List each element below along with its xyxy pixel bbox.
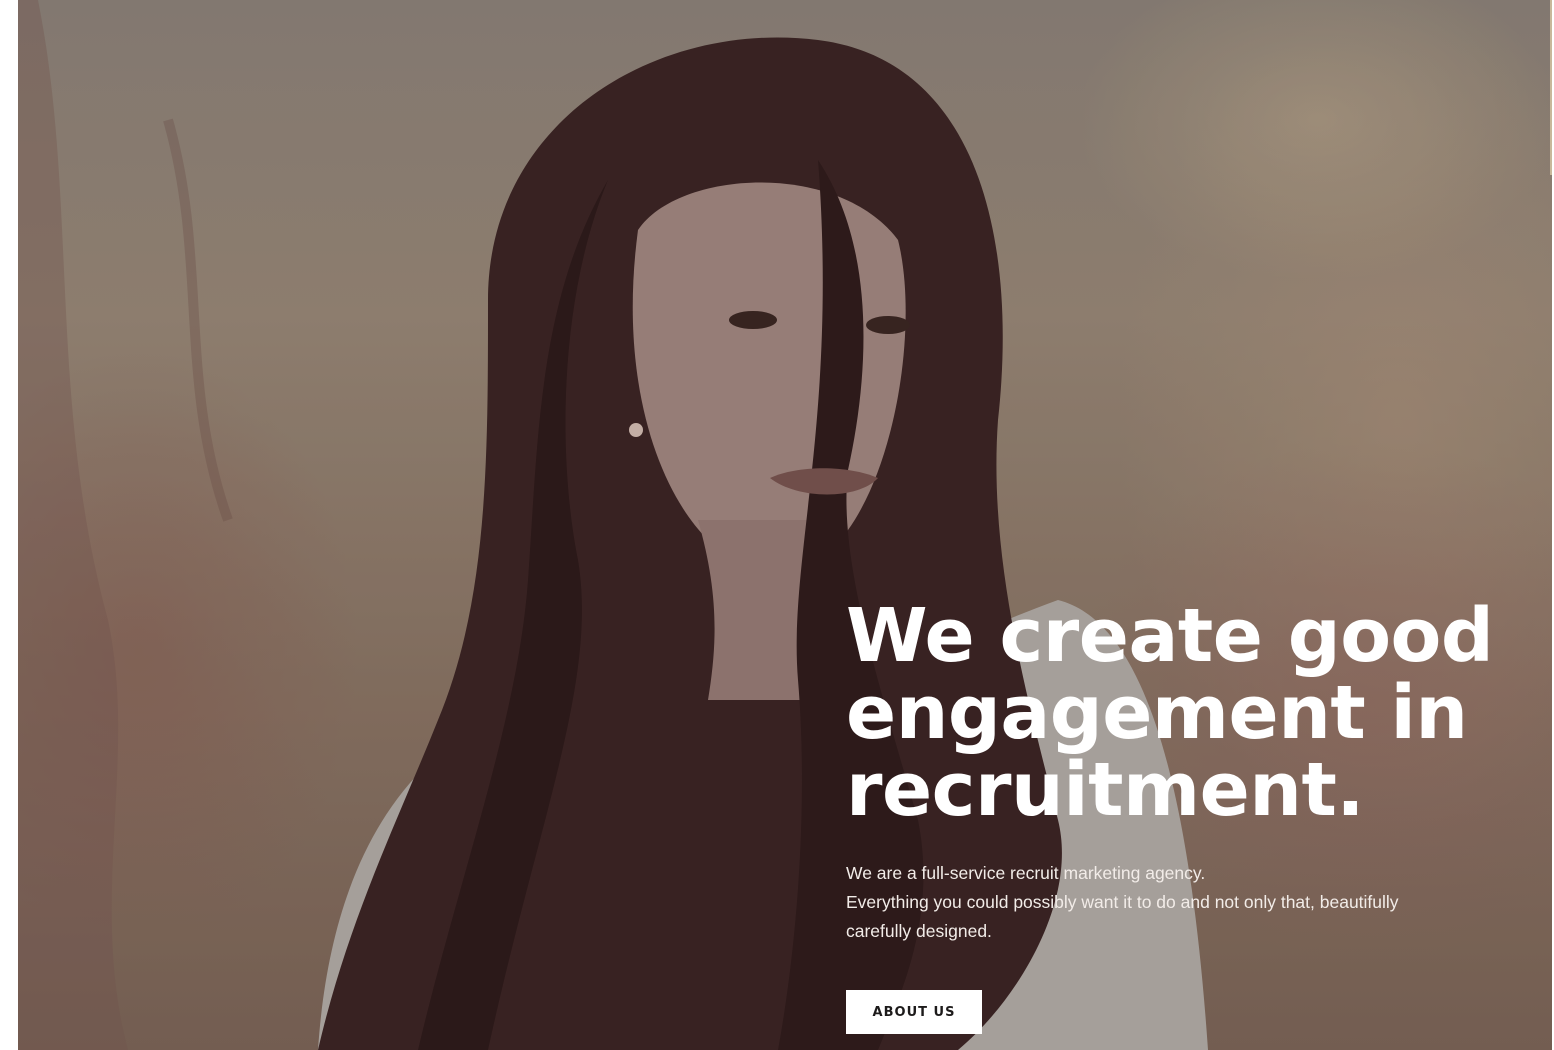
hero-headline-line: We create good: [846, 593, 1494, 679]
hero-headline-line: recruitment.: [846, 747, 1364, 833]
about-us-button[interactable]: ABOUT US: [846, 990, 982, 1034]
hero-intro-line: carefully designed.: [846, 921, 992, 941]
page: We create good engagement in recruitment…: [0, 0, 1554, 1050]
scroll-indicator: [1550, 0, 1552, 175]
hero-intro: We are a full-service recruit marketing …: [846, 859, 1406, 946]
hero-intro-line: Everything you could possibly want it to…: [846, 892, 1399, 912]
hero-headline-line: engagement in: [846, 670, 1468, 756]
hero-headline: We create good engagement in recruitment…: [846, 598, 1526, 829]
hero-content: We create good engagement in recruitment…: [846, 598, 1526, 1034]
hero-intro-line: We are a full-service recruit marketing …: [846, 863, 1206, 883]
